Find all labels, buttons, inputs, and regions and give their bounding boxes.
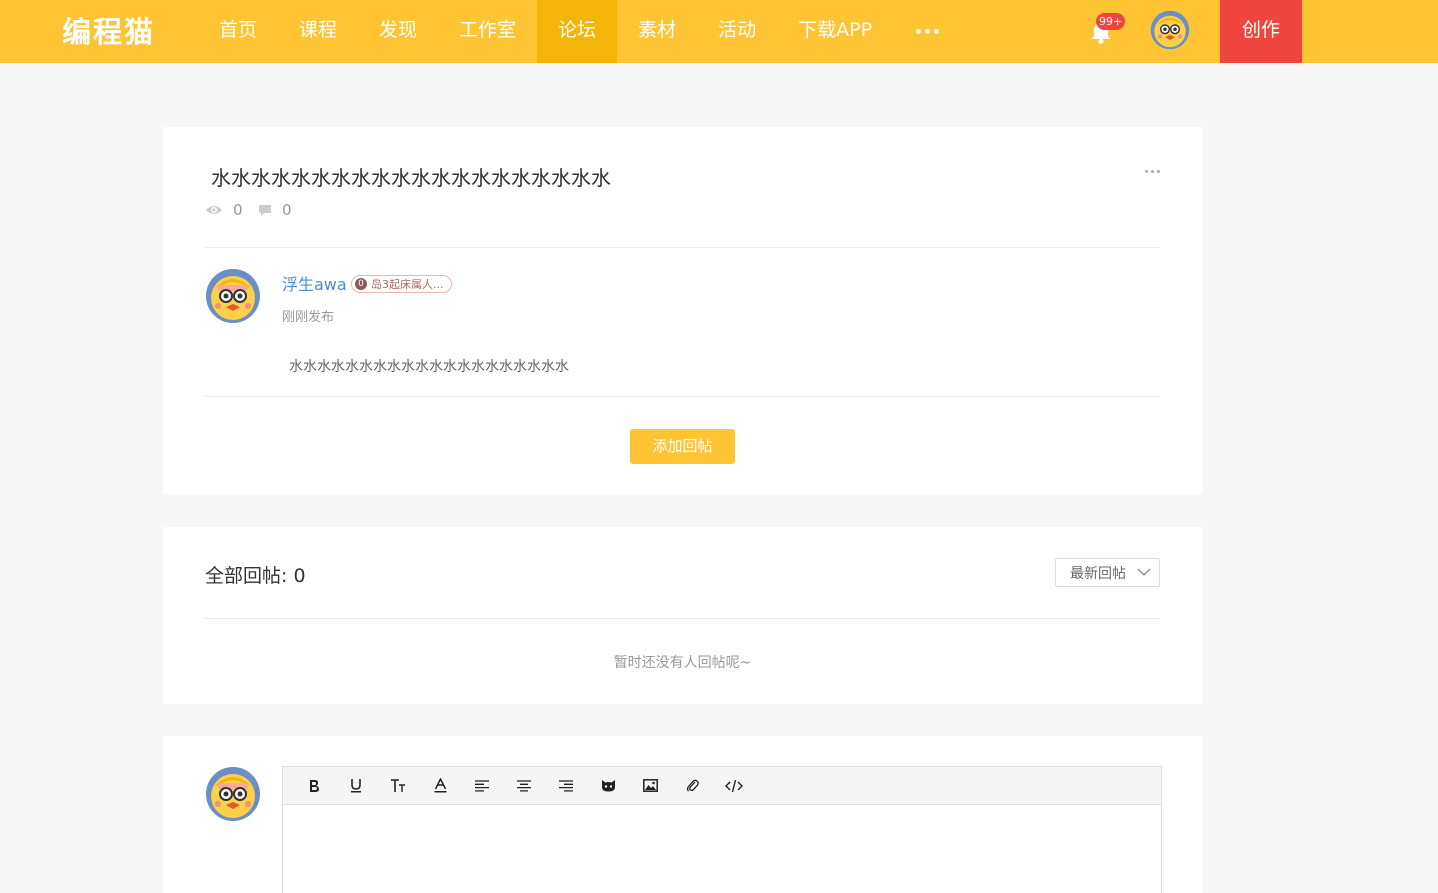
- nav-item-discover[interactable]: 发现: [358, 0, 438, 63]
- empty-replies-text: 暂时还没有人回帖呢~: [613, 655, 752, 671]
- nav-item-download-app[interactable]: 下载APP: [777, 0, 893, 63]
- level-badge: 0: [355, 278, 367, 290]
- site-logo[interactable]: 编程猫: [62, 12, 155, 49]
- bold-icon[interactable]: [293, 767, 335, 805]
- align-center-icon[interactable]: [503, 767, 545, 805]
- post-content: 水水水水水水水水水水水水水水水水水水水水: [289, 359, 569, 375]
- reply-editor-card: [163, 736, 1202, 893]
- view-count: 0: [205, 201, 243, 219]
- divider: [204, 396, 1160, 397]
- cat-emoji-icon[interactable]: [587, 767, 629, 805]
- post-more-icon[interactable]: [1145, 167, 1161, 175]
- post-title: 水水水水水水水水水水水水水水水水水水水水: [211, 166, 611, 190]
- align-left-icon[interactable]: [461, 767, 503, 805]
- create-button[interactable]: 创作: [1220, 0, 1302, 63]
- image-icon[interactable]: [629, 767, 671, 805]
- reply-textarea[interactable]: [283, 805, 1161, 893]
- current-user-avatar[interactable]: [205, 766, 261, 822]
- post-card: 水水水水水水水水水水水水水水水水水水水水 0 0 浮生awa 0 岛3起床属人.…: [163, 127, 1202, 494]
- comment-count-value: 0: [282, 201, 292, 219]
- replies-title: 全部回帖: 0: [205, 565, 306, 587]
- replies-card: 全部回帖: 0 最新回帖 暂时还没有人回帖呢~: [163, 527, 1202, 704]
- eye-icon: [206, 206, 222, 214]
- divider: [204, 247, 1160, 248]
- author-avatar[interactable]: [205, 268, 261, 324]
- editor-toolbar: [283, 767, 1161, 805]
- comment-icon: [259, 204, 271, 216]
- rich-text-editor: [282, 766, 1162, 893]
- comment-count: 0: [258, 201, 292, 219]
- user-avatar[interactable]: [1150, 10, 1190, 50]
- nav-item-materials[interactable]: 素材: [617, 0, 697, 63]
- attachment-icon[interactable]: [671, 767, 713, 805]
- author-name[interactable]: 浮生awa: [282, 271, 347, 295]
- main-nav: 首页 课程 发现 工作室 论坛 素材 活动 下载APP: [198, 0, 961, 63]
- nav-item-home[interactable]: 首页: [198, 0, 278, 63]
- author-badge: 0 岛3起床属人...: [351, 275, 452, 293]
- top-navigation-bar: 编程猫 首页 课程 发现 工作室 论坛 素材 活动 下载APP 99+ 创作: [0, 0, 1438, 63]
- nav-item-studio[interactable]: 工作室: [438, 0, 537, 63]
- author-badge-label: 岛3起床属人...: [371, 278, 444, 291]
- code-icon[interactable]: [713, 767, 755, 805]
- sort-select-label: 最新回帖: [1070, 565, 1126, 582]
- nav-item-courses[interactable]: 课程: [278, 0, 358, 63]
- notification-badge: 99+: [1096, 13, 1126, 30]
- more-icon[interactable]: [893, 0, 961, 63]
- chevron-down-icon: [1137, 568, 1151, 576]
- divider: [204, 618, 1160, 619]
- post-time: 刚刚发布: [282, 310, 335, 325]
- text-size-icon[interactable]: [377, 767, 419, 805]
- sort-select[interactable]: 最新回帖: [1055, 558, 1160, 587]
- font-color-icon[interactable]: [419, 767, 461, 805]
- nav-item-forum[interactable]: 论坛: [537, 0, 618, 63]
- align-right-icon[interactable]: [545, 767, 587, 805]
- underline-icon[interactable]: [335, 767, 377, 805]
- add-reply-button[interactable]: 添加回帖: [630, 429, 735, 464]
- nav-item-events[interactable]: 活动: [697, 0, 777, 63]
- view-count-value: 0: [233, 201, 243, 219]
